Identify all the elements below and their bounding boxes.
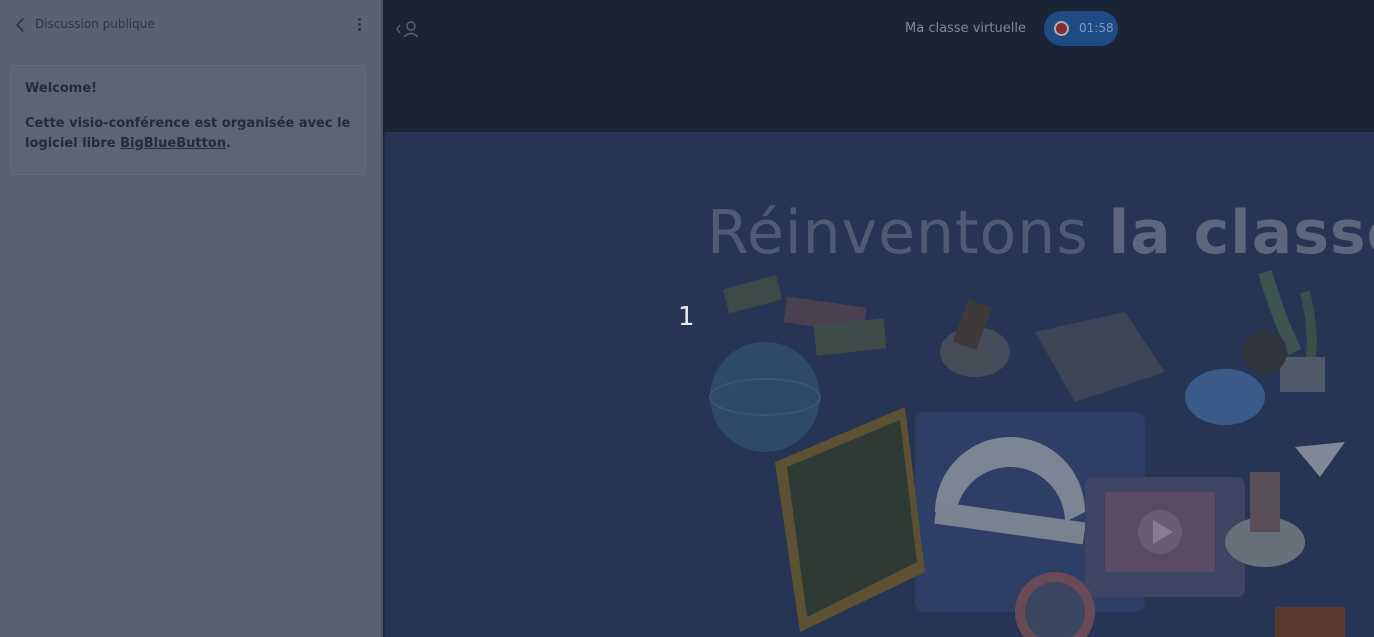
record-icon (1054, 21, 1069, 36)
classroom-illustration (709, 269, 1345, 637)
slide-title: Réinventons la classe (707, 198, 1374, 268)
slide-title-light: Réinventons (707, 198, 1089, 268)
meeting-title: Ma classe virtuelle (905, 21, 1026, 36)
welcome-text: Cette visio-conférence est organisée ave… (25, 114, 351, 154)
recording-indicator[interactable]: 01:58 (1044, 11, 1118, 46)
bigbluebutton-link[interactable]: BigBlueButton (120, 136, 226, 151)
more-options-icon[interactable] (352, 16, 366, 36)
chat-header: Discussion publique (0, 0, 383, 50)
chat-title[interactable]: Discussion publique (35, 17, 155, 31)
recording-time: 01:58 (1079, 21, 1114, 35)
slide-title-bold: la classe (1108, 198, 1374, 268)
welcome-message: Welcome! Cette visio-conférence est orga… (10, 65, 366, 175)
presentation-area: Réinventons la classe 1 (385, 132, 1374, 637)
user-list-toggle-icon[interactable] (395, 18, 421, 40)
chat-panel: Discussion publique Welcome! Cette visio… (0, 0, 383, 637)
welcome-end: . (225, 136, 231, 151)
chevron-left-icon[interactable] (12, 16, 30, 34)
top-navbar: Ma classe virtuelle 01:58 (383, 0, 1374, 132)
welcome-title: Welcome! (25, 81, 98, 96)
slide-number: 1 (678, 302, 695, 332)
